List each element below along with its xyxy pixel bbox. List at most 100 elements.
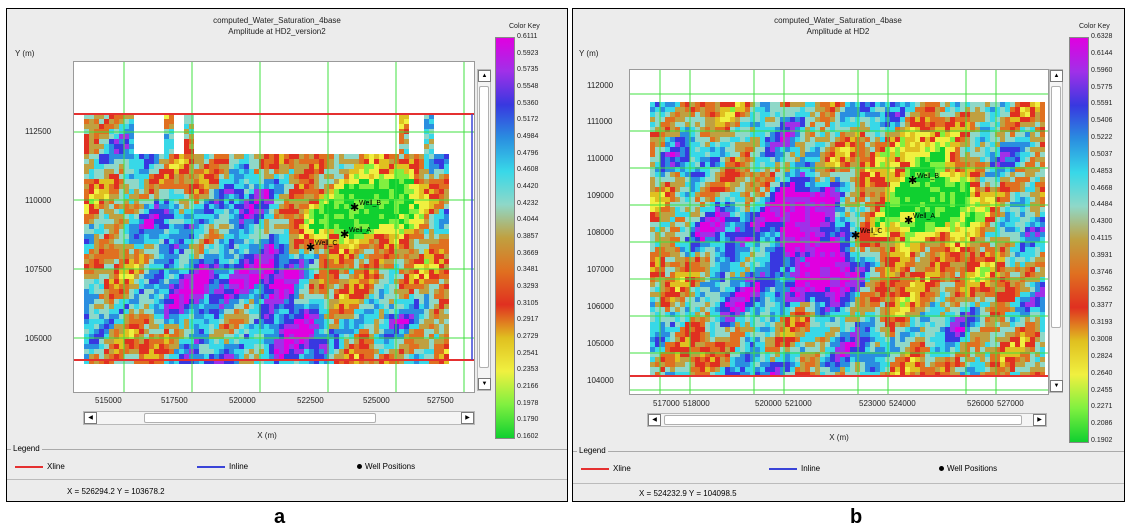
panel-b-map-plot[interactable]: Well_B ✱ Well_A ✱ Well_C ✱: [629, 69, 1049, 395]
well-marker-icon: ✱: [340, 228, 349, 241]
panel-b-vertical-scrollbar[interactable]: ▲ ▼: [1049, 69, 1063, 393]
panel-b-scroll-right-button[interactable]: ▶: [1033, 414, 1046, 426]
panel-b-vertical-scroll-thumb[interactable]: [1051, 86, 1061, 328]
well-label: Well_C: [315, 240, 337, 247]
color-key-value: 0.5735: [517, 66, 539, 74]
color-key-value: 0.4608: [517, 166, 539, 174]
panel-a-legend-xline: Xline: [15, 462, 65, 471]
well-marker-icon: [357, 464, 362, 470]
color-key-value: 0.2455: [1091, 386, 1113, 394]
well-marker-icon: ✱: [306, 241, 315, 254]
panel-a-legend-title: Legend: [11, 444, 42, 453]
panel-b-color-key-bar: [1069, 37, 1089, 443]
color-key-value: 0.3857: [517, 233, 539, 240]
saturation-map-cells: [650, 102, 1045, 377]
color-key-value: 0.5548: [517, 83, 539, 90]
panel-a-scroll-up-button[interactable]: ▲: [478, 70, 491, 82]
panel-a-horizontal-scrollbar[interactable]: ◀ ▶: [83, 411, 475, 425]
color-key-value: 0.1978: [517, 399, 539, 407]
color-key-value: 0.3669: [517, 249, 539, 257]
legend-inline-label: Inline: [801, 464, 821, 473]
panel-b-y-tick-2: 111000: [587, 117, 613, 126]
panel-b-legend: Legend Xline Inline Well Positions: [573, 446, 1124, 492]
color-key-value: 0.2824: [1091, 352, 1113, 360]
color-key-value: 0.5960: [1091, 66, 1113, 74]
color-key-value: 0.4668: [1091, 184, 1113, 192]
panel-b-scroll-down-button[interactable]: ▼: [1050, 380, 1063, 392]
color-key-value: 0.3931: [1091, 251, 1113, 259]
panel-b-y-tick-6: 107000: [587, 265, 614, 274]
legend-wells-label: Well Positions: [365, 462, 416, 471]
panel-b-color-key-title: Color Key: [1079, 23, 1110, 30]
panel-a-scroll-down-button[interactable]: ▼: [478, 378, 491, 390]
inline-swatch: [769, 467, 797, 470]
panel-a-vertical-scrollbar[interactable]: ▲ ▼: [477, 69, 491, 391]
color-key-value: 0.1902: [1091, 437, 1113, 444]
color-key-value: 0.4044: [517, 216, 539, 224]
color-key-value: 0.2086: [1091, 420, 1113, 428]
color-key-value: 0.3008: [1091, 336, 1113, 343]
color-key-value: 0.5775: [1091, 83, 1113, 91]
color-key-value: 0.2729: [517, 333, 539, 340]
panel-b-x-tick-8: 527000: [997, 399, 1024, 408]
panel-a-y-axis-label: Y (m): [15, 49, 35, 58]
color-key-value: 0.2271: [1091, 403, 1113, 411]
color-key-value: 0.1602: [517, 433, 539, 440]
color-key-value: 0.5406: [1091, 117, 1113, 125]
panel-a-color-key-bar: [495, 37, 515, 439]
panel-b-x-tick-5: 523000: [859, 399, 886, 408]
panel-a-scroll-left-button[interactable]: ◀: [84, 412, 97, 424]
caption-a: a: [274, 506, 286, 528]
panel-b-scroll-up-button[interactable]: ▲: [1050, 70, 1063, 82]
caption-b: b: [850, 506, 863, 528]
panel-a-x-axis-label: X (m): [257, 431, 277, 440]
panel-a-vertical-scroll-thumb[interactable]: [479, 86, 489, 368]
panel-a-status-divider: [7, 479, 567, 480]
xline-swatch: [15, 465, 43, 468]
panel-b-title-line2: Amplitude at HD2: [806, 27, 870, 36]
panel-b-status-divider: [573, 483, 1124, 484]
panel-a-coordinate-readout: X = 526294.2 Y = 103678.2: [67, 487, 165, 496]
well-marker-icon: ✱: [350, 201, 359, 214]
panel-b-title-line1: computed_Water_Saturation_4base: [774, 16, 902, 25]
color-key-value: 0.2640: [1091, 369, 1113, 377]
panel-b-scroll-left-button[interactable]: ◀: [648, 414, 661, 426]
color-key-value: 0.5591: [1091, 100, 1113, 108]
color-key-value: 0.4853: [1091, 167, 1113, 175]
panel-a-x-tick-2: 517500: [161, 396, 188, 405]
panel-a-y-tick-4: 105000: [25, 334, 52, 343]
well-label: Well_A: [913, 213, 935, 220]
panel-a-horizontal-scroll-thumb[interactable]: [144, 413, 376, 423]
color-key-value: 0.4232: [517, 199, 539, 207]
panel-b-y-tick-5: 108000: [587, 228, 614, 237]
panel-b-coordinate-readout: X = 524232.9 Y = 104098.5: [639, 489, 737, 498]
panel-a-title: computed_Water_Saturation_4base Amplitud…: [67, 15, 487, 37]
panel-a-title-line1: computed_Water_Saturation_4base: [213, 16, 341, 25]
color-key-value: 0.4796: [517, 149, 539, 157]
panel-b-color-key: Color Key 0.6328 0.6144 0.5960 0.5775 0.5591…: [1067, 23, 1123, 444]
color-key-value: 0.2541: [517, 349, 539, 357]
color-key-value: 0.3481: [517, 266, 539, 274]
panel-a-scroll-right-button[interactable]: ▶: [461, 412, 474, 424]
panel-b-legend-wells: Well Positions: [939, 464, 997, 473]
color-key-value: 0.3293: [517, 283, 539, 290]
color-key-value: 0.5360: [517, 99, 539, 107]
color-key-value: 0.4300: [1091, 218, 1113, 226]
panel-a-map-plot[interactable]: Well_B ✱ Well_A ✱ Well_C ✱: [73, 61, 475, 393]
panel-b-y-tick-9: 104000: [587, 376, 614, 385]
color-key-value: 0.3105: [517, 299, 539, 307]
well-label: Well_A: [349, 227, 371, 234]
panel-a-y-tick-3: 107500: [25, 265, 52, 274]
panel-b-y-tick-8: 105000: [587, 339, 614, 348]
panel-b-map-svg: Well_B✱Well_A✱Well_C✱: [630, 70, 1048, 394]
panel-b: computed_Water_Saturation_4base Amplitud…: [572, 8, 1125, 502]
well-marker-icon: ✱: [908, 174, 917, 187]
legend-xline-label: Xline: [47, 462, 65, 471]
color-key-value: 0.5222: [1091, 134, 1113, 141]
panel-b-horizontal-scroll-thumb[interactable]: [664, 415, 1022, 425]
well-marker-icon: ✱: [904, 214, 913, 227]
panel-a-legend-inline: Inline: [197, 462, 248, 471]
panel-b-horizontal-scrollbar[interactable]: ◀ ▶: [647, 413, 1047, 427]
color-key-value: 0.2353: [517, 366, 539, 374]
color-key-value: 0.5037: [1091, 150, 1113, 158]
